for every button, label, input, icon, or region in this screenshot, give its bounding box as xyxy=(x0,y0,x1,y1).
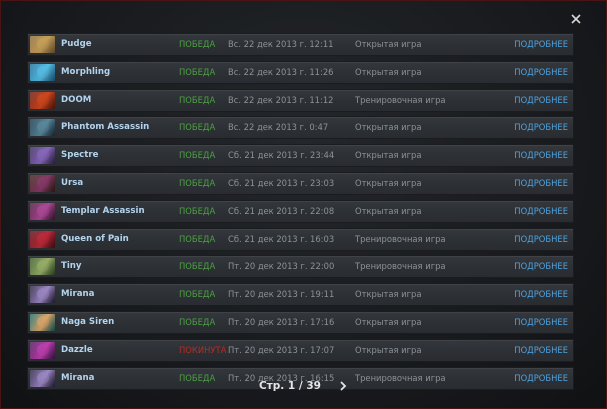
hero-portrait xyxy=(30,258,55,276)
match-row[interactable]: Templar Assassin ПОБЕДА Сб. 21 дек 2013 … xyxy=(27,199,574,223)
match-result: ПОБЕДА xyxy=(179,289,216,300)
hero-name: Naga Siren xyxy=(61,316,115,327)
hero-portrait xyxy=(30,147,55,165)
hero-name: Spectre xyxy=(61,150,99,161)
hero-portrait xyxy=(30,202,55,220)
details-link[interactable]: ПОДРОБНЕЕ xyxy=(514,284,568,305)
hero-portrait xyxy=(30,230,55,248)
match-result: ПОБЕДА xyxy=(179,94,216,105)
match-result: ПОБЕДА xyxy=(179,39,216,49)
match-result: ПОБЕДА xyxy=(179,150,216,161)
match-date: Сб. 21 дек 2013 г. 23:44 xyxy=(228,150,335,161)
hero-name: Morphling xyxy=(61,66,111,77)
game-mode: Открытая игра xyxy=(355,316,422,327)
match-date: Сб. 21 дек 2013 г. 22:08 xyxy=(228,205,335,216)
match-row[interactable]: Tiny ПОБЕДА Пт. 20 дек 2013 г. 22:00 Тре… xyxy=(27,255,574,279)
match-history-panel: Pudge ПОБЕДА Вс. 22 дек 2013 г. 12:11 От… xyxy=(0,0,607,409)
match-result: ПОБЕДА xyxy=(179,261,216,272)
match-result: ПОБЕДА xyxy=(179,122,216,133)
hero-name: Phantom Assassin xyxy=(61,122,150,133)
match-date: Вс. 22 дек 2013 г. 12:11 xyxy=(228,39,334,49)
hero-portrait xyxy=(30,174,55,192)
match-row[interactable]: Morphling ПОБЕДА Вс. 22 дек 2013 г. 11:2… xyxy=(27,60,574,84)
hero-portrait xyxy=(30,119,55,137)
hero-portrait xyxy=(30,286,55,304)
hero-name: Queen of Pain xyxy=(61,233,129,244)
match-row[interactable]: Queen of Pain ПОБЕДА Сб. 21 дек 2013 г. … xyxy=(27,227,574,251)
hero-portrait xyxy=(30,91,55,109)
game-mode: Открытая игра xyxy=(355,150,422,161)
match-row[interactable]: Phantom Assassin ПОБЕДА Вс. 22 дек 2013 … xyxy=(27,116,574,140)
match-date: Пт. 20 дек 2013 г. 22:00 xyxy=(228,261,335,272)
game-mode: Открытая игра xyxy=(355,122,422,133)
details-link[interactable]: ПОДРОБНЕЕ xyxy=(514,229,568,250)
details-link[interactable]: ПОДРОБНЕЕ xyxy=(514,90,568,111)
match-row[interactable]: Spectre ПОБЕДА Сб. 21 дек 2013 г. 23:44 … xyxy=(27,144,574,168)
match-date: Вс. 22 дек 2013 г. 0:47 xyxy=(228,122,329,133)
match-list: Pudge ПОБЕДА Вс. 22 дек 2013 г. 12:11 От… xyxy=(27,33,574,394)
chevron-right-icon xyxy=(336,379,350,393)
match-date: Пт. 20 дек 2013 г. 17:07 xyxy=(228,344,335,355)
match-date: Пт. 20 дек 2013 г. 17:16 xyxy=(228,316,335,327)
page-indicator: Стр. 1 / 39 xyxy=(258,379,321,392)
match-result: ПОБЕДА xyxy=(179,316,216,327)
match-result: ПОБЕДА xyxy=(179,177,216,188)
match-result: ПОБЕДА xyxy=(179,205,216,216)
details-link[interactable]: ПОДРОБНЕЕ xyxy=(514,34,568,55)
hero-name: Pudge xyxy=(61,39,92,49)
game-mode: Открытая игра xyxy=(355,344,422,355)
hero-portrait xyxy=(30,341,55,359)
details-link[interactable]: ПОДРОБНЕЕ xyxy=(514,256,568,277)
hero-name: DOOM xyxy=(61,94,92,105)
details-link[interactable]: ПОДРОБНЕЕ xyxy=(514,312,568,333)
hero-name: Templar Assassin xyxy=(61,205,145,216)
game-mode: Открытая игра xyxy=(355,177,422,188)
match-date: Сб. 21 дек 2013 г. 23:03 xyxy=(228,177,335,188)
next-page-button[interactable] xyxy=(336,379,350,393)
game-mode: Открытая игра xyxy=(355,289,422,300)
match-row[interactable]: Pudge ПОБЕДА Вс. 22 дек 2013 г. 12:11 От… xyxy=(27,33,574,56)
close-button[interactable] xyxy=(567,10,585,28)
game-mode: Открытая игра xyxy=(355,39,422,49)
hero-name: Ursa xyxy=(61,177,84,188)
match-row[interactable]: Naga Siren ПОБЕДА Пт. 20 дек 2013 г. 17:… xyxy=(27,310,574,334)
hero-portrait xyxy=(30,36,55,53)
hero-portrait xyxy=(30,313,55,331)
game-mode: Тренировочная игра xyxy=(355,94,446,105)
details-link[interactable]: ПОДРОБНЕЕ xyxy=(514,173,568,194)
match-date: Вс. 22 дек 2013 г. 11:12 xyxy=(228,94,334,105)
details-link[interactable]: ПОДРОБНЕЕ xyxy=(514,117,568,138)
game-mode: Открытая игра xyxy=(355,205,422,216)
close-icon xyxy=(567,10,585,28)
match-result: ПОКИНУТА xyxy=(179,344,227,355)
match-row[interactable]: Mirana ПОБЕДА Пт. 20 дек 2013 г. 19:11 О… xyxy=(27,283,574,307)
pagination: Стр. 1 / 39 xyxy=(1,375,607,393)
match-row[interactable]: Dazzle ПОКИНУТА Пт. 20 дек 2013 г. 17:07… xyxy=(27,338,574,362)
details-link[interactable]: ПОДРОБНЕЕ xyxy=(514,145,568,166)
match-result: ПОБЕДА xyxy=(179,233,216,244)
hero-name: Mirana xyxy=(61,289,95,300)
hero-name: Dazzle xyxy=(61,344,93,355)
game-mode: Открытая игра xyxy=(355,66,422,77)
match-date: Сб. 21 дек 2013 г. 16:03 xyxy=(228,233,335,244)
match-row[interactable]: Ursa ПОБЕДА Сб. 21 дек 2013 г. 23:03 Отк… xyxy=(27,171,574,195)
game-mode: Тренировочная игра xyxy=(355,261,446,272)
details-link[interactable]: ПОДРОБНЕЕ xyxy=(514,340,568,361)
hero-name: Tiny xyxy=(61,261,82,272)
details-link[interactable]: ПОДРОБНЕЕ xyxy=(514,62,568,83)
match-date: Вс. 22 дек 2013 г. 11:26 xyxy=(228,66,334,77)
details-link[interactable]: ПОДРОБНЕЕ xyxy=(514,201,568,222)
game-mode: Тренировочная игра xyxy=(355,233,446,244)
match-row[interactable]: DOOM ПОБЕДА Вс. 22 дек 2013 г. 11:12 Тре… xyxy=(27,88,574,112)
match-result: ПОБЕДА xyxy=(179,66,216,77)
hero-portrait xyxy=(30,63,55,81)
match-date: Пт. 20 дек 2013 г. 19:11 xyxy=(228,289,335,300)
